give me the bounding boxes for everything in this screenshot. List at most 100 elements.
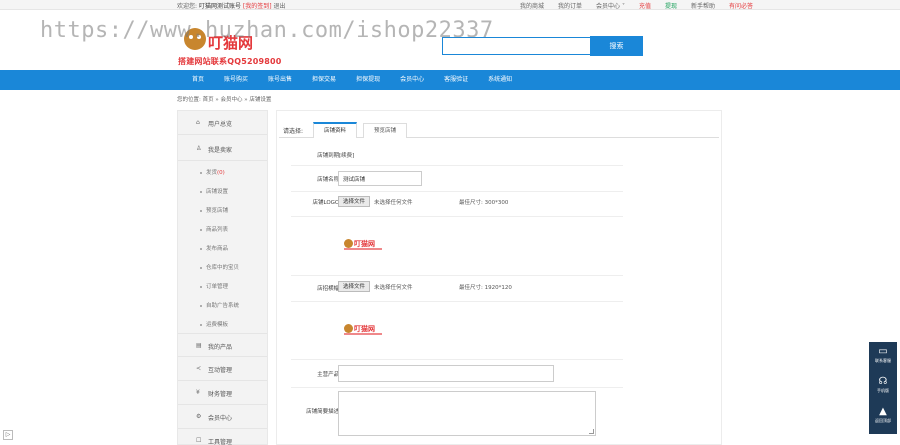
sidebar-section-member[interactable]: ⚙ 会员中心	[178, 405, 267, 429]
bullet-icon	[200, 266, 202, 269]
sidebar-section-tools[interactable]: ☐ 工具管理	[178, 429, 267, 445]
sidebar-item-ship[interactable]: 发货(0)	[200, 168, 225, 176]
nav-item-sell[interactable]: 账号出售	[268, 70, 292, 90]
tab-preview-shop[interactable]: 预览店铺	[363, 123, 407, 138]
sidebar-item-label: 店铺设置	[206, 189, 229, 195]
arrow-up-icon: ▲	[879, 406, 887, 417]
description-textarea[interactable]	[338, 391, 596, 436]
sidebar-item-label: 发货	[206, 170, 218, 176]
sidebar-item-publish[interactable]: 发布商品	[200, 244, 228, 252]
divider	[291, 275, 623, 276]
search-button[interactable]: 搜索	[590, 36, 643, 56]
sidebar-section-products[interactable]: ▤ 我的产品	[178, 333, 267, 357]
main-nav: 首页 账号购买 账号出售 担保交易 担保提现 会员中心 客服验证 系统通知	[0, 70, 900, 90]
divider	[291, 191, 623, 192]
expand-arrow-icon[interactable]: ▷	[3, 430, 13, 440]
divider	[291, 301, 623, 302]
nav-item-escrow[interactable]: 担保交易	[312, 70, 336, 90]
tools-icon: ☐	[196, 437, 202, 444]
logo-size-hint: 最佳尺寸: 300*300	[459, 200, 509, 206]
top-link-faq[interactable]: 有问必答	[729, 1, 753, 10]
sidebar-section-label: 财务管理	[208, 391, 233, 398]
logo-choose-file-button[interactable]: 选择文件	[338, 196, 371, 207]
floating-service-bar: ▭ 联系客服 ☊ 手机版 ▲ 返回顶部	[869, 342, 897, 434]
top-link-withdraw[interactable]: 提现	[665, 1, 677, 10]
top-links: 我的商城 我的订单 会员中心 ˅ 充值 提现 新手帮助 有问必答	[520, 1, 767, 10]
sidebar-item-shipping-template[interactable]: 运费模板	[200, 320, 228, 328]
back-to-top-button[interactable]: ▲ 返回顶部	[869, 406, 897, 424]
bullet-icon	[200, 247, 202, 250]
sidebar-item-preview-shop[interactable]: 预览店铺	[200, 206, 228, 214]
nav-item-home[interactable]: 首页	[192, 70, 204, 90]
sidebar-item-label: 订单管理	[206, 284, 229, 290]
nav-item-notice[interactable]: 系统通知	[488, 70, 512, 90]
contact-service-button[interactable]: ▭ 联系客服	[869, 346, 897, 364]
float-label: 联系客服	[875, 358, 891, 363]
main-products-input[interactable]	[338, 365, 554, 382]
bullet-icon	[200, 285, 202, 288]
sidebar-item-label: 发布商品	[206, 246, 229, 252]
renew-link[interactable]: [续费]	[339, 151, 354, 159]
sign-in-link[interactable]: [我的签到]	[243, 3, 272, 10]
shop-logo-label: 店铺LOGO:	[312, 200, 341, 206]
gear-icon: ⚙	[196, 413, 202, 420]
banner-size-hint: 最佳尺寸: 1920*120	[459, 285, 512, 291]
sidebar-section-interaction[interactable]: ≺ 互动管理	[178, 357, 267, 381]
main-panel: 请选择: 店铺资料 预览店铺 店铺到期: [续费] 店铺名称: 测试店铺 店铺L…	[276, 110, 722, 445]
sidebar-section-label: 用户总览	[208, 121, 233, 128]
description-label: 店铺简要描述:	[306, 409, 341, 415]
watermark-text: https://www.huzhan.com/ishop22337	[40, 18, 494, 43]
logo-preview-image: 叮猫网	[344, 238, 384, 252]
welcome-area: 欢迎您: 叮猫网测试账号 [我的签到] 退出	[177, 1, 286, 10]
sidebar-section-label: 工具管理	[208, 439, 233, 445]
nav-item-withdraw[interactable]: 担保提现	[356, 70, 380, 90]
preview-tagline-bar	[344, 333, 382, 335]
nav-item-buy[interactable]: 账号购买	[224, 70, 248, 90]
shop-name-input[interactable]: 测试店铺	[338, 171, 422, 186]
divider	[291, 387, 623, 388]
sidebar-item-orders[interactable]: 订单管理	[200, 282, 228, 290]
sidebar-section-label: 我是卖家	[208, 147, 233, 154]
sidebar-item-label: 商品列表	[206, 227, 229, 233]
sidebar-item-ads[interactable]: 自助广告系统	[200, 301, 239, 309]
share-icon: ≺	[196, 365, 202, 372]
banner-file-status: 未选择任何文件	[374, 285, 413, 291]
tab-shop-info[interactable]: 店铺资料	[313, 122, 357, 138]
breadcrumb: 您的位置: 首页 » 会员中心 » 店铺设置	[177, 97, 272, 103]
sidebar-section-label: 我的产品	[208, 344, 233, 351]
yen-icon: ¥	[196, 389, 200, 396]
bullet-icon	[200, 209, 202, 212]
sidebar-section-seller[interactable]: ♙ 我是卖家	[178, 137, 267, 161]
sidebar-section-overview[interactable]: ⌂ 用户总览	[178, 111, 267, 135]
divider	[291, 216, 623, 217]
bullet-icon	[200, 228, 202, 231]
top-link-recharge[interactable]: 充值	[639, 1, 651, 10]
sidebar-item-shop-settings[interactable]: 店铺设置	[200, 187, 228, 195]
nav-item-verify[interactable]: 客服验证	[444, 70, 468, 90]
sidebar-item-label: 运费模板	[206, 322, 229, 328]
top-link-orders[interactable]: 我的订单	[558, 1, 582, 10]
sidebar: ⌂ 用户总览 ♙ 我是卖家 发货(0) 店铺设置 预览店铺 商品列表 发布商品 …	[177, 110, 268, 445]
nav-item-member[interactable]: 会员中心	[400, 70, 424, 90]
user-icon: ♙	[196, 145, 202, 152]
sidebar-section-finance[interactable]: ¥ 财务管理	[178, 381, 267, 405]
expire-label: 店铺到期:	[317, 153, 341, 159]
mobile-version-button[interactable]: ☊ 手机版	[869, 376, 897, 394]
logout-link[interactable]: 退出	[274, 3, 286, 10]
sidebar-section-label: 互动管理	[208, 367, 233, 374]
tab-bar: 请选择: 店铺资料 预览店铺	[279, 122, 719, 138]
sidebar-item-warehouse[interactable]: 仓库中的宝贝	[200, 263, 239, 271]
username-link[interactable]: 叮猫网测试账号	[199, 3, 241, 10]
banner-choose-file-button[interactable]: 选择文件	[338, 281, 371, 292]
top-link-help[interactable]: 新手帮助	[691, 1, 715, 10]
top-link-mall[interactable]: 我的商城	[520, 1, 544, 10]
welcome-label: 欢迎您:	[177, 3, 198, 10]
sidebar-item-product-list[interactable]: 商品列表	[200, 225, 228, 233]
bullet-icon	[200, 323, 202, 326]
divider	[291, 165, 623, 166]
top-bar: 欢迎您: 叮猫网测试账号 [我的签到] 退出 我的商城 我的订单 会员中心 ˅ …	[0, 0, 900, 10]
top-link-member[interactable]: 会员中心 ˅	[596, 1, 625, 10]
tab-prefix-label: 请选择:	[283, 128, 304, 135]
logo-file-status: 未选择任何文件	[374, 200, 413, 206]
banner-preview-image: 叮猫网	[344, 323, 384, 337]
